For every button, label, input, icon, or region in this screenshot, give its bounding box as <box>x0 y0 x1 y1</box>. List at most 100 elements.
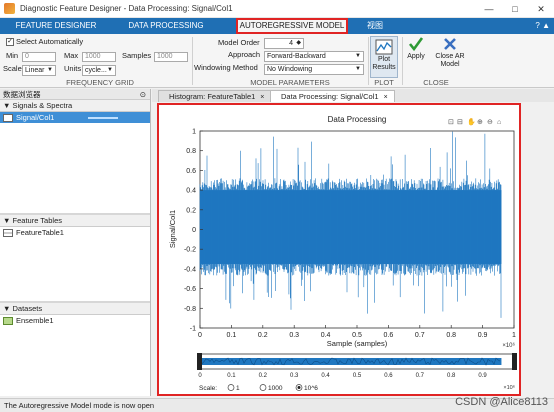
doc-tab-data-processing[interactable]: Data Processing: Signal/Col1 × <box>270 90 395 102</box>
y-tick-label: 0.4 <box>186 188 196 195</box>
x-tick-label: 0.9 <box>478 332 488 339</box>
chevron-down-icon: ▼ <box>355 66 361 72</box>
signal-name: Signal/Col1 <box>16 113 55 122</box>
plot-group-label: PLOT <box>374 78 394 87</box>
chevron-down-icon: ▼ <box>47 67 53 73</box>
feature-table-list-item[interactable]: FeatureTable1 <box>0 227 150 238</box>
scale-radio-1[interactable] <box>259 384 267 391</box>
y-tick-label: 0.8 <box>186 148 196 155</box>
feature-tables-section-title: Feature Tables <box>12 216 62 225</box>
help-collapse-icons[interactable]: ? ▲ <box>535 21 550 30</box>
approach-dropdown[interactable]: Forward-Backward ▼ <box>264 51 364 62</box>
feature-tables-list-space <box>0 238 150 301</box>
panner-scale-label: Scale: <box>199 385 217 392</box>
data-tips-icon[interactable]: ⊟ <box>457 119 463 126</box>
x-tick-label: 0.8 <box>446 332 456 339</box>
matlab-app-icon <box>4 3 15 14</box>
close-group-label: CLOSE <box>423 78 449 87</box>
checkmark-icon <box>408 37 424 52</box>
doc-tab-histogram-label: Histogram: FeatureTable1 <box>169 92 256 101</box>
x-tick-label: 0.6 <box>384 332 394 339</box>
panner-right-handle[interactable] <box>512 353 517 370</box>
zoom-out-icon[interactable]: ⊖ <box>487 119 493 126</box>
close-tab-icon[interactable]: × <box>260 94 264 101</box>
datasets-section-header[interactable]: ▼ Datasets <box>0 303 150 315</box>
approach-label: Approach <box>228 50 261 59</box>
panner-tick-label: 0.6 <box>384 373 393 379</box>
units-dropdown[interactable]: cycle... ▼ <box>82 65 116 76</box>
units-value: cycle... <box>85 67 107 74</box>
x-tick-label: 0.2 <box>258 332 268 339</box>
max-field[interactable]: 1000 <box>82 52 116 62</box>
home-icon[interactable]: ⌂ <box>497 119 501 126</box>
plot-results-button[interactable]: Plot Results <box>370 36 398 78</box>
scale-radio-0[interactable] <box>227 384 235 391</box>
min-field[interactable]: 0 <box>22 52 56 62</box>
close-ar-model-button[interactable]: Close AR Model <box>430 36 470 69</box>
close-window-button[interactable]: ✕ <box>528 0 554 18</box>
panel-menu-icon[interactable]: ⊙ <box>140 89 146 100</box>
y-tick-label: -0.4 <box>184 266 196 273</box>
frequency-grid-group-label: FREQUENCY GRID <box>66 78 134 87</box>
data-browser-header: 数据浏览器 ⊙ <box>0 89 150 100</box>
y-tick-label: -0.2 <box>184 247 196 254</box>
close-x-icon <box>444 38 456 50</box>
x-exponent-label: ×10⁶ <box>502 342 515 349</box>
y-tick-label: 0.2 <box>186 207 196 214</box>
x-axis-label: Sample (samples) <box>327 339 388 348</box>
apply-button[interactable]: Apply <box>404 36 428 61</box>
model-order-spinner[interactable]: 4 ◆ <box>264 38 304 49</box>
y-tick-label: -0.6 <box>184 286 196 293</box>
watermark: CSDN @Alice8113 <box>455 396 548 408</box>
panner-tick-label: 0.2 <box>259 373 268 379</box>
minimize-button[interactable]: — <box>476 0 502 18</box>
tab-data-processing[interactable]: DATA PROCESSING <box>120 19 212 33</box>
close-ar-model-label: Close AR Model <box>435 53 465 68</box>
panner-tick-label: 0.9 <box>478 373 487 379</box>
plot-results-label: Plot Results <box>372 56 396 71</box>
tab-autoregressive-model[interactable]: AUTOREGRESSIVE MODEL <box>236 18 348 34</box>
doc-tab-histogram[interactable]: Histogram: FeatureTable1 × <box>158 90 272 102</box>
y-tick-label: -0.8 <box>184 306 196 313</box>
samples-field[interactable]: 1000 <box>154 52 188 62</box>
samples-label: Samples <box>122 51 152 60</box>
feature-tables-section-header[interactable]: ▼ Feature Tables <box>0 215 150 227</box>
plot-results-icon <box>375 39 393 55</box>
y-tick-label: 1 <box>192 129 196 136</box>
approach-value: Forward-Backward <box>267 53 326 60</box>
zoom-in-icon[interactable]: ⊕ <box>477 119 483 126</box>
close-tab-icon[interactable]: × <box>384 94 388 101</box>
tab-feature-designer[interactable]: FEATURE DESIGNER <box>10 19 102 33</box>
ribbon: ✓ Select Automatically Min 0 Max 1000 Sa… <box>0 34 554 88</box>
chevron-down-icon: ▼ <box>107 67 113 73</box>
x-tick-label: 0.7 <box>415 332 425 339</box>
status-text: The Autoregressive Model mode is now ope… <box>4 401 155 410</box>
min-label: Min <box>6 51 19 60</box>
feature-table-name: FeatureTable1 <box>16 228 64 237</box>
signal-list-item[interactable]: Signal/Col1 <box>0 112 150 123</box>
signal-chart[interactable]: Data Processing ⊡ ⊟ ✋ ⊕ ⊖ ⌂ 0 0.1 0.2 0.3 0.… <box>159 105 519 394</box>
spinner-arrows-icon: ◆ <box>296 40 301 46</box>
maximize-button[interactable]: □ <box>502 0 528 18</box>
scale-radio-dot <box>297 386 301 389</box>
panner-tick-label: 0.3 <box>290 373 299 379</box>
select-automatically-checkbox[interactable]: ✓ <box>6 38 14 46</box>
max-label: Max <box>64 51 79 60</box>
scale-dropdown[interactable]: Linear ▼ <box>22 65 56 76</box>
tab-view[interactable]: 视图 <box>360 19 390 33</box>
model-order-value: 4 <box>289 40 293 47</box>
scale-option-label: 10^6 <box>304 385 318 392</box>
x-tick-label: 0 <box>198 332 202 339</box>
windowing-method-dropdown[interactable]: No Windowing ▼ <box>264 64 364 75</box>
signals-section-header[interactable]: ▼ Signals & Spectra <box>0 100 150 112</box>
scale-label: Scale <box>3 64 22 73</box>
dataset-list-item[interactable]: Ensemble1 <box>0 315 150 326</box>
axes-toolbar: ⊡ ⊟ ✋ ⊕ ⊖ ⌂ <box>448 117 501 126</box>
select-automatically-label: Select Automatically <box>16 37 84 46</box>
panner-tick-label: 0.4 <box>321 373 330 379</box>
panner-left-handle[interactable] <box>197 353 202 370</box>
datasets-section-title: Datasets <box>12 304 43 313</box>
brush-icon[interactable]: ⊡ <box>448 119 454 126</box>
plot-document: Data Processing ⊡ ⊟ ✋ ⊕ ⊖ ⌂ 0 0.1 0.2 0.3 0.… <box>157 103 521 396</box>
pan-icon[interactable]: ✋ <box>467 117 476 126</box>
